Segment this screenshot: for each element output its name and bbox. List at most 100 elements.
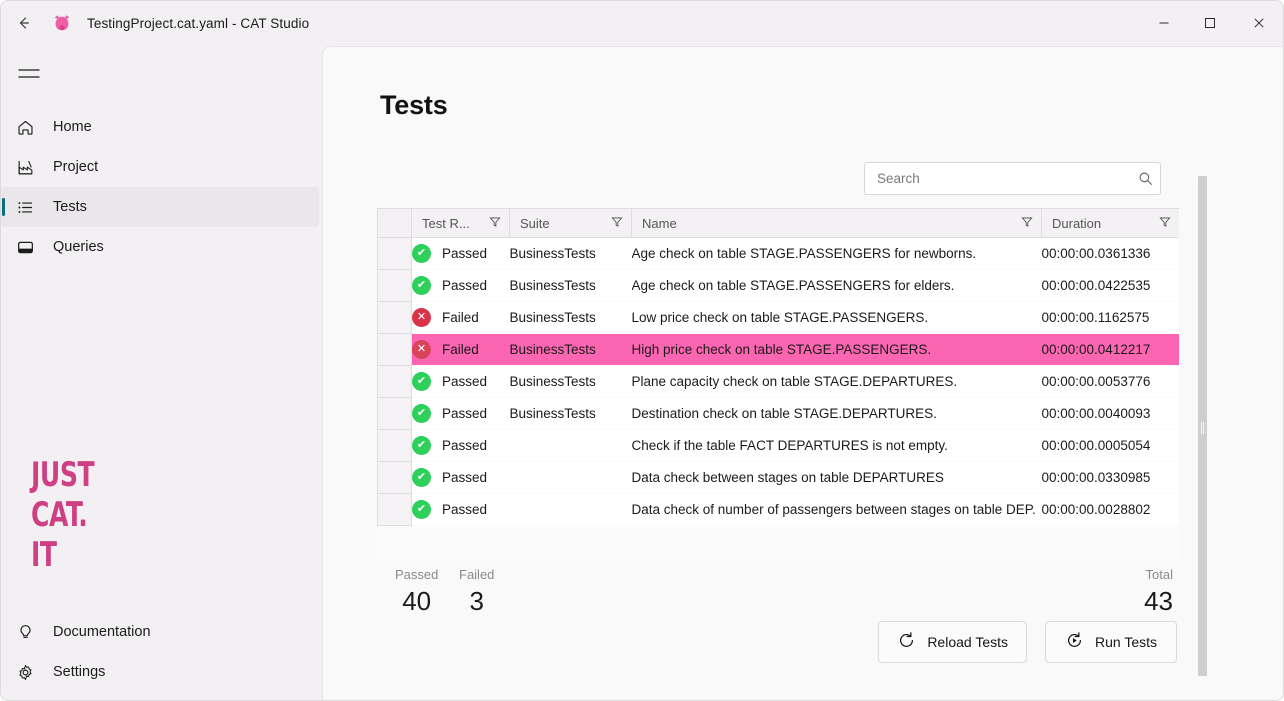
table-row[interactable]: ✕ Failed BusinessTests High price check on … bbox=[377, 333, 1179, 366]
menu-toggle-button[interactable] bbox=[1, 53, 57, 95]
table-row[interactable]: ✕ Failed BusinessTests Low price check on t… bbox=[377, 301, 1179, 334]
cell-suite: BusinessTests bbox=[509, 269, 632, 302]
stat-failed: Failed 3 bbox=[459, 567, 494, 617]
column-header-name[interactable]: Name bbox=[631, 208, 1042, 238]
row-gutter-cell[interactable] bbox=[377, 269, 412, 302]
run-tests-button[interactable]: Run Tests bbox=[1045, 621, 1177, 663]
search-icon bbox=[1130, 171, 1160, 186]
table-row[interactable]: ✔ Passed Data check between stages on tabl… bbox=[377, 461, 1179, 494]
sidebar-item-label: Settings bbox=[53, 664, 106, 680]
status-pass-icon: ✔ bbox=[412, 404, 431, 423]
cell-duration: 00:00:00.0330985 bbox=[1041, 461, 1179, 494]
sidebar-item-documentation[interactable]: Documentation bbox=[1, 612, 322, 652]
cell-suite bbox=[509, 493, 632, 526]
cat-logo-icon bbox=[49, 10, 75, 36]
cell-name: Destination check on table STAGE.DEPARTU… bbox=[631, 397, 1042, 430]
cell-duration: 00:00:00.0053776 bbox=[1041, 365, 1179, 398]
cell-duration: 00:00:00.0412217 bbox=[1041, 333, 1179, 366]
test-result-label: Passed bbox=[442, 502, 488, 517]
stat-label: Passed bbox=[395, 567, 439, 582]
cell-duration: 00:00:00.0361336 bbox=[1041, 237, 1179, 270]
row-gutter-cell[interactable] bbox=[377, 333, 412, 366]
cell-suite: BusinessTests bbox=[509, 397, 632, 430]
status-pass-icon: ✔ bbox=[412, 500, 431, 519]
cell-test-result: ✔ Passed bbox=[411, 397, 510, 430]
window-controls bbox=[1141, 1, 1283, 45]
row-gutter-cell[interactable] bbox=[377, 301, 412, 334]
table-header: Test R... Suite Name Duration bbox=[377, 208, 1179, 238]
table-row[interactable]: ✔ Passed Check if the table FACT DEPARTURE… bbox=[377, 429, 1179, 462]
sidebar-item-label: Documentation bbox=[53, 624, 151, 640]
column-header-duration[interactable]: Duration bbox=[1041, 208, 1179, 238]
cell-test-result: ✔ Passed bbox=[411, 493, 510, 526]
back-button[interactable] bbox=[1, 1, 47, 45]
bulb-icon bbox=[15, 622, 35, 642]
sidebar-item-settings[interactable]: Settings bbox=[1, 652, 322, 692]
sidebar-item-queries[interactable]: Queries bbox=[1, 227, 322, 267]
table-row[interactable]: ✔ Passed BusinessTests Age check on table S… bbox=[377, 269, 1179, 302]
filter-icon[interactable] bbox=[489, 216, 501, 231]
cell-suite: BusinessTests bbox=[509, 237, 632, 270]
cell-name: Age check on table STAGE.PASSENGERS for … bbox=[631, 237, 1042, 270]
row-gutter-cell[interactable] bbox=[377, 461, 412, 494]
filter-icon[interactable] bbox=[611, 216, 623, 231]
stat-value: 40 bbox=[402, 586, 432, 616]
cell-duration: 00:00:00.1162575 bbox=[1041, 301, 1179, 334]
test-result-label: Failed bbox=[442, 342, 479, 357]
row-gutter-cell[interactable] bbox=[377, 493, 412, 526]
table-icon bbox=[15, 237, 35, 257]
sidebar-nav: Home Project Tests Queries bbox=[1, 97, 322, 267]
sidebar-item-tests[interactable]: Tests bbox=[1, 187, 319, 227]
summary-bar: Passed 40 Failed 3 Total 43 bbox=[377, 559, 1179, 629]
cell-test-result: ✕ Failed bbox=[411, 301, 510, 334]
cell-test-result: ✔ Passed bbox=[411, 461, 510, 494]
filter-icon[interactable] bbox=[1159, 216, 1171, 231]
brand-line-3: IT bbox=[31, 535, 57, 575]
brand-logo-text: JUST CAT. IT bbox=[31, 455, 108, 575]
close-button[interactable] bbox=[1233, 1, 1283, 45]
cell-suite: BusinessTests bbox=[509, 301, 632, 334]
status-pass-icon: ✔ bbox=[412, 244, 431, 263]
gear-icon bbox=[15, 662, 35, 682]
tests-table: Test R... Suite Name Duration ✔ Passed B… bbox=[377, 208, 1179, 559]
cell-name: Data check of number of passengers betwe… bbox=[631, 493, 1042, 526]
status-pass-icon: ✔ bbox=[412, 372, 431, 391]
test-result-label: Passed bbox=[442, 406, 488, 421]
maximize-button[interactable] bbox=[1187, 1, 1233, 45]
row-gutter-cell[interactable] bbox=[377, 237, 412, 270]
cell-suite bbox=[509, 461, 632, 494]
cell-test-result: ✔ Passed bbox=[411, 365, 510, 398]
filter-icon[interactable] bbox=[1021, 216, 1033, 231]
table-row[interactable]: ✔ Passed BusinessTests Age check on table S… bbox=[377, 237, 1179, 270]
row-gutter-cell[interactable] bbox=[377, 429, 412, 462]
status-pass-icon: ✔ bbox=[412, 436, 431, 455]
stat-value: 3 bbox=[469, 586, 484, 616]
sidebar: Home Project Tests Queries JUST CAT. IT … bbox=[1, 45, 322, 700]
table-row[interactable]: ✔ Passed BusinessTests Destination check on… bbox=[377, 397, 1179, 430]
test-result-label: Passed bbox=[442, 278, 488, 293]
column-label: Name bbox=[642, 215, 677, 231]
reload-tests-button[interactable]: Reload Tests bbox=[878, 621, 1027, 663]
cell-name: Data check between stages on table DEPAR… bbox=[631, 461, 1042, 494]
column-header-suite[interactable]: Suite bbox=[509, 208, 632, 238]
test-result-label: Failed bbox=[442, 310, 479, 325]
search-input[interactable] bbox=[865, 171, 1130, 186]
brand-line-2: CAT. bbox=[31, 495, 88, 535]
window-title: TestingProject.cat.yaml - CAT Studio bbox=[87, 15, 310, 31]
cell-duration: 00:00:00.0028802 bbox=[1041, 493, 1179, 526]
sidebar-item-project[interactable]: Project bbox=[1, 147, 322, 187]
sidebar-item-home[interactable]: Home bbox=[1, 107, 322, 147]
status-pass-icon: ✔ bbox=[412, 276, 431, 295]
table-row[interactable]: ✔ Passed BusinessTests Plane capacity check… bbox=[377, 365, 1179, 398]
sidebar-item-label: Home bbox=[53, 119, 92, 135]
reload-icon bbox=[897, 631, 916, 653]
table-row[interactable]: ✔ Passed Data check of number of passenger… bbox=[377, 493, 1179, 526]
app-window: TestingProject.cat.yaml - CAT Studio Hom… bbox=[0, 0, 1284, 701]
row-gutter-cell[interactable] bbox=[377, 365, 412, 398]
column-header-test-result[interactable]: Test R... bbox=[411, 208, 510, 238]
search-box[interactable] bbox=[864, 162, 1161, 195]
home-icon bbox=[15, 117, 35, 137]
vertical-scrollbar[interactable] bbox=[1198, 176, 1207, 676]
minimize-button[interactable] bbox=[1141, 1, 1187, 45]
row-gutter-cell[interactable] bbox=[377, 397, 412, 430]
